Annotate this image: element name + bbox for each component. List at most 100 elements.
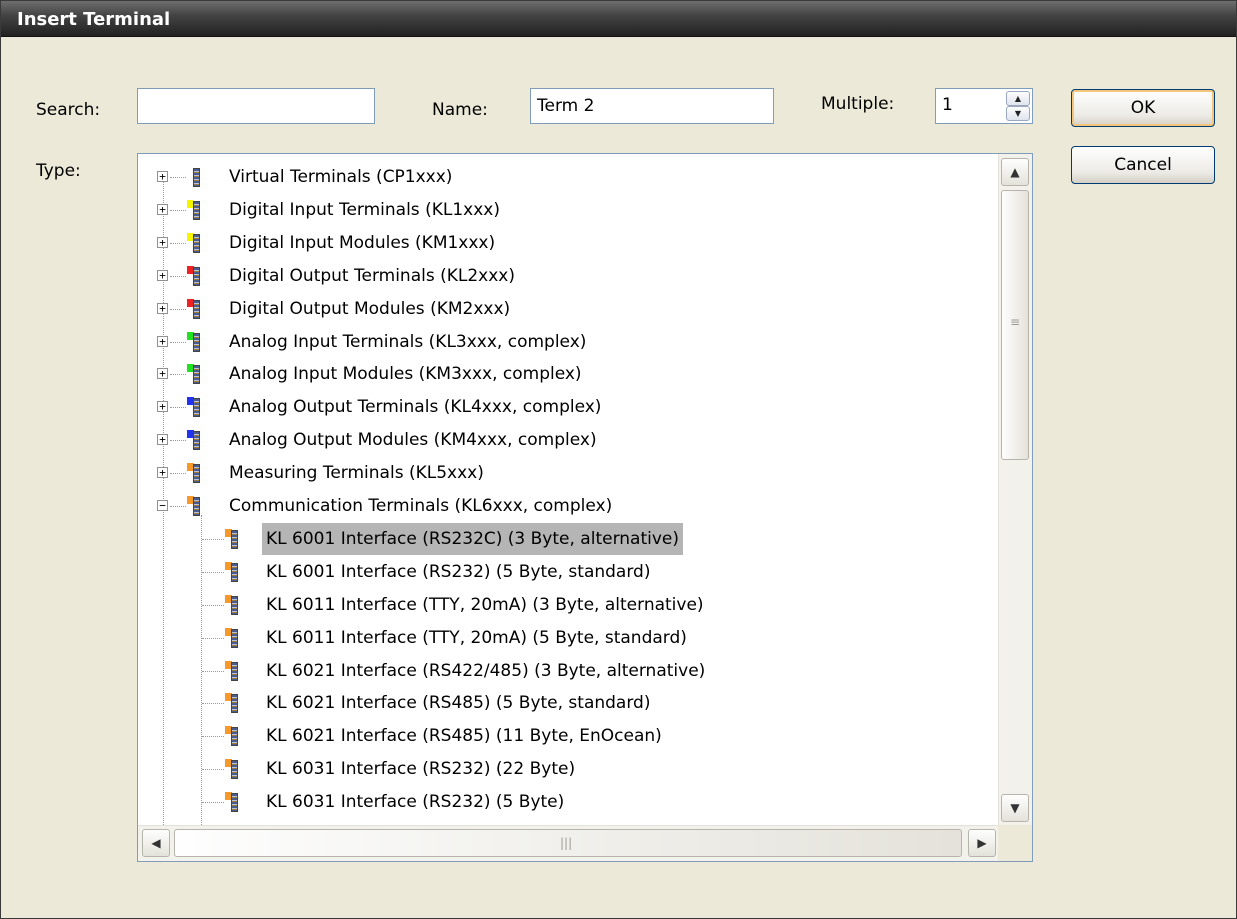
terminal-icon xyxy=(187,364,201,385)
multiple-label: Multiple: xyxy=(821,94,895,114)
spin-down-icon[interactable]: ▼ xyxy=(1006,106,1030,121)
spin-up-icon[interactable]: ▲ xyxy=(1006,91,1030,106)
tree-category-label: Measuring Terminals (KL5xxx) xyxy=(229,463,484,484)
tree-child-item[interactable]: KL 6021 Interface (RS422/485) (3 Byte, a… xyxy=(138,655,988,687)
tree-child-label: KL 6021 Interface (RS485) (5 Byte, stand… xyxy=(266,693,651,714)
tree-category-label: Analog Output Modules (KM4xxx, complex) xyxy=(229,430,597,451)
tree-category-item[interactable]: + Analog Output Modules (KM4xxx, complex) xyxy=(138,424,988,456)
cancel-button[interactable]: Cancel xyxy=(1071,146,1215,184)
tree-child-item[interactable]: KL 6021 Interface (RS485) (11 Byte, EnOc… xyxy=(138,720,988,752)
tree-child-item[interactable]: KL 6031 Interface (RS232) (22 Byte) xyxy=(138,753,988,785)
scroll-corner xyxy=(998,825,1032,861)
tree-category-label: Digital Output Modules (KM2xxx) xyxy=(229,298,511,319)
tree-category-label: Analog Input Terminals (KL3xxx, complex) xyxy=(229,331,587,352)
tree-connector xyxy=(202,703,224,705)
tree-category-item[interactable]: + Digital Output Terminals (KL2xxx) xyxy=(138,260,988,292)
tree-connector xyxy=(202,538,224,540)
terminal-icon xyxy=(225,726,239,747)
terminal-icon xyxy=(187,265,201,286)
expand-icon[interactable]: + xyxy=(157,236,168,248)
terminal-icon xyxy=(225,792,239,813)
tree-category-label: Communication Terminals (KL6xxx, complex… xyxy=(229,496,613,516)
tree-child-label: KL 6031 Interface (RS232) (5 Byte) xyxy=(266,792,565,813)
tree-connector xyxy=(170,407,186,409)
tree-content: + Virtual Terminals (CP1xxx) + Digital Inpu… xyxy=(138,154,998,826)
tree-connector xyxy=(170,177,186,178)
collapse-icon[interactable]: − xyxy=(157,500,168,511)
vertical-scrollbar[interactable]: ▲ ≡ ▼ xyxy=(998,154,1032,826)
tree-category-item[interactable]: − Communication Terminals (KL6xxx, comple… xyxy=(138,490,988,522)
tree-child-item[interactable]: KL 6011 Interface (TTY, 20mA) (3 Byte, a… xyxy=(138,589,988,621)
expand-icon[interactable]: + xyxy=(157,269,168,281)
tree-connector xyxy=(170,242,186,244)
terminal-icon xyxy=(225,627,239,648)
title-bar[interactable]: Insert Terminal xyxy=(1,1,1236,37)
tree-category-item[interactable]: + Virtual Terminals (CP1xxx) xyxy=(138,161,988,193)
tree-child-item[interactable]: KL 6011 Interface (TTY, 20mA) (5 Byte, s… xyxy=(138,622,988,654)
tree-connector xyxy=(170,341,186,343)
scroll-up-icon[interactable]: ▲ xyxy=(1001,158,1029,186)
tree-connector xyxy=(170,308,186,310)
expand-icon[interactable]: + xyxy=(157,302,168,314)
terminal-icon xyxy=(225,561,239,582)
vertical-scroll-thumb[interactable]: ≡ xyxy=(1001,190,1029,460)
tree-connector xyxy=(170,506,186,507)
tree-child-label: KL 6021 Interface (RS485) (11 Byte, EnOc… xyxy=(266,726,662,747)
tree-connector xyxy=(202,670,224,672)
expand-icon[interactable]: + xyxy=(157,171,168,182)
tree-child-item[interactable]: KL 6001 Interface (RS232C) (3 Byte, alte… xyxy=(138,522,988,555)
terminal-type-tree[interactable]: + Virtual Terminals (CP1xxx) + Digital Inpu… xyxy=(137,153,1033,862)
tree-category-item[interactable]: + Digital Input Modules (KM1xxx) xyxy=(138,227,988,259)
ok-button[interactable]: OK xyxy=(1071,89,1215,127)
search-input[interactable] xyxy=(137,88,375,124)
expand-icon[interactable]: + xyxy=(157,401,168,413)
terminal-icon xyxy=(225,693,239,714)
horizontal-scroll-thumb[interactable]: ||| xyxy=(174,829,962,857)
expand-icon[interactable]: + xyxy=(157,335,168,347)
tree-category-item[interactable]: + Analog Output Terminals (KL4xxx, comple… xyxy=(138,391,988,423)
scroll-right-icon[interactable]: ▶ xyxy=(968,829,996,857)
expand-icon[interactable]: + xyxy=(157,368,168,380)
terminal-icon xyxy=(225,528,239,549)
tree-connector xyxy=(202,769,224,771)
scroll-down-icon[interactable]: ▼ xyxy=(1001,794,1029,822)
name-input[interactable]: Term 2 xyxy=(530,88,774,124)
expand-icon[interactable]: + xyxy=(157,203,168,215)
tree-connector xyxy=(202,604,224,606)
tree-child-item[interactable]: KL 6001 Interface (RS232) (5 Byte, stand… xyxy=(138,556,988,588)
name-label: Name: xyxy=(432,100,488,120)
tree-child-item[interactable]: KL 6021 Interface (RS485) (5 Byte, stand… xyxy=(138,687,988,719)
tree-category-label: Analog Output Terminals (KL4xxx, complex… xyxy=(229,397,602,418)
tree-connector xyxy=(202,571,224,573)
horizontal-scrollbar[interactable]: ◀ ||| ▶ xyxy=(138,825,998,861)
terminal-icon xyxy=(187,331,201,352)
terminal-icon xyxy=(225,660,239,681)
tree-category-label: Digital Input Modules (KM1xxx) xyxy=(229,232,496,253)
tree-child-label: KL 6011 Interface (TTY, 20mA) (5 Byte, s… xyxy=(266,627,687,648)
tree-category-item[interactable]: + Digital Output Modules (KM2xxx) xyxy=(138,293,988,325)
terminal-icon xyxy=(187,463,201,484)
tree-connector xyxy=(170,473,186,475)
terminal-icon xyxy=(187,496,201,516)
tree-connector xyxy=(202,802,224,804)
multiple-stepper[interactable]: 1 ▲ ▼ xyxy=(935,88,1033,124)
search-label: Search: xyxy=(36,100,101,120)
terminal-icon xyxy=(225,594,239,615)
terminal-icon xyxy=(187,397,201,418)
tree-child-label: KL 6011 Interface (TTY, 20mA) (3 Byte, a… xyxy=(266,594,704,615)
terminal-icon xyxy=(187,298,201,319)
tree-category-label: Digital Output Terminals (KL2xxx) xyxy=(229,265,515,286)
tree-connector xyxy=(170,275,186,277)
terminal-icon xyxy=(187,232,201,253)
tree-child-item[interactable]: KL 6031 Interface (RS232) (5 Byte) xyxy=(138,786,988,818)
tree-category-item[interactable]: + Analog Input Modules (KM3xxx, complex) xyxy=(138,358,988,390)
tree-connector xyxy=(202,736,224,738)
tree-category-item[interactable]: + Analog Input Terminals (KL3xxx, complex… xyxy=(138,326,988,358)
tree-child-label: KL 6031 Interface (RS232) (22 Byte) xyxy=(266,759,576,780)
scroll-left-icon[interactable]: ◀ xyxy=(142,829,170,857)
tree-category-item[interactable]: + Measuring Terminals (KL5xxx) xyxy=(138,457,988,489)
expand-icon[interactable]: + xyxy=(157,467,168,479)
insert-terminal-dialog: Insert Terminal Search: Name: Term 2 Mul… xyxy=(0,0,1237,919)
tree-category-item[interactable]: + Digital Input Terminals (KL1xxx) xyxy=(138,194,988,226)
expand-icon[interactable]: + xyxy=(157,434,168,446)
